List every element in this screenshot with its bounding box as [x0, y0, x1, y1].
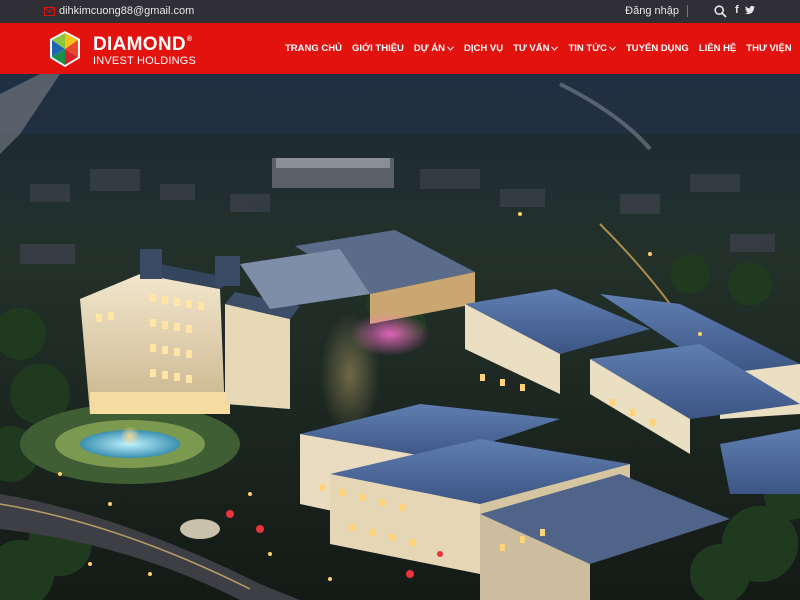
nav-item-label: TRANG CHỦ [285, 43, 342, 54]
nav-item-label: TIN TỨC [568, 43, 607, 54]
email-text: dihkimcuong88@gmail.com [59, 5, 195, 17]
contact-email[interactable]: dihkimcuong88@gmail.com [44, 5, 194, 17]
divider [687, 5, 688, 17]
main-header: DIAMOND® INVEST HOLDINGS TRANG CHỦ GIỚI … [0, 23, 800, 74]
nav-item-contact[interactable]: LIÊN HỆ [699, 43, 736, 54]
main-nav: TRANG CHỦ GIỚI THIỆU DỰ ÁN DỊCH VỤ TƯ VẤ… [285, 23, 792, 74]
site-logo[interactable]: DIAMOND® INVEST HOLDINGS [45, 28, 205, 70]
hero-image [0, 74, 800, 600]
nav-item-label: LIÊN HỆ [698, 43, 737, 54]
nav-item-news[interactable]: TIN TỨC [568, 43, 616, 54]
chevron-down-icon [551, 46, 559, 51]
nav-item-library[interactable]: THƯ VIỆN [746, 43, 791, 54]
nav-item-label: GIỚI THIỆU [352, 43, 404, 54]
nav-item-projects[interactable]: DỰ ÁN [414, 43, 454, 54]
search-icon[interactable] [714, 5, 727, 18]
chevron-down-icon [447, 46, 454, 51]
nav-item-label: DỊCH VỤ [464, 43, 504, 54]
logo-registered-mark: ® [186, 36, 193, 43]
top-bar: dihkimcuong88@gmail.com Đăng nhập f [0, 0, 800, 23]
diamond-logo-icon [50, 31, 80, 67]
nav-item-label: TƯ VẤN [513, 43, 550, 54]
nav-item-consulting[interactable]: TƯ VẤN [513, 43, 559, 54]
hero-banner[interactable] [0, 74, 800, 600]
facebook-icon[interactable]: f [735, 4, 739, 16]
twitter-icon[interactable] [745, 5, 755, 15]
login-link[interactable]: Đăng nhập [625, 5, 679, 17]
nav-item-label: TUYỂN DỤNG [625, 43, 689, 54]
chevron-down-icon [609, 46, 616, 51]
nav-item-services[interactable]: DỊCH VỤ [464, 43, 503, 54]
logo-brand: DIAMOND® [93, 34, 192, 56]
nav-item-label: DỰ ÁN [413, 43, 446, 54]
nav-item-careers[interactable]: TUYỂN DỤNG [626, 43, 689, 54]
email-icon [44, 6, 55, 16]
logo-subtitle: INVEST HOLDINGS [93, 55, 197, 67]
logo-brand-text: DIAMOND [93, 34, 186, 55]
nav-item-label: THƯ VIỆN [746, 43, 792, 54]
nav-item-home[interactable]: TRANG CHỦ [285, 43, 342, 54]
nav-item-about[interactable]: GIỚI THIỆU [352, 43, 404, 54]
